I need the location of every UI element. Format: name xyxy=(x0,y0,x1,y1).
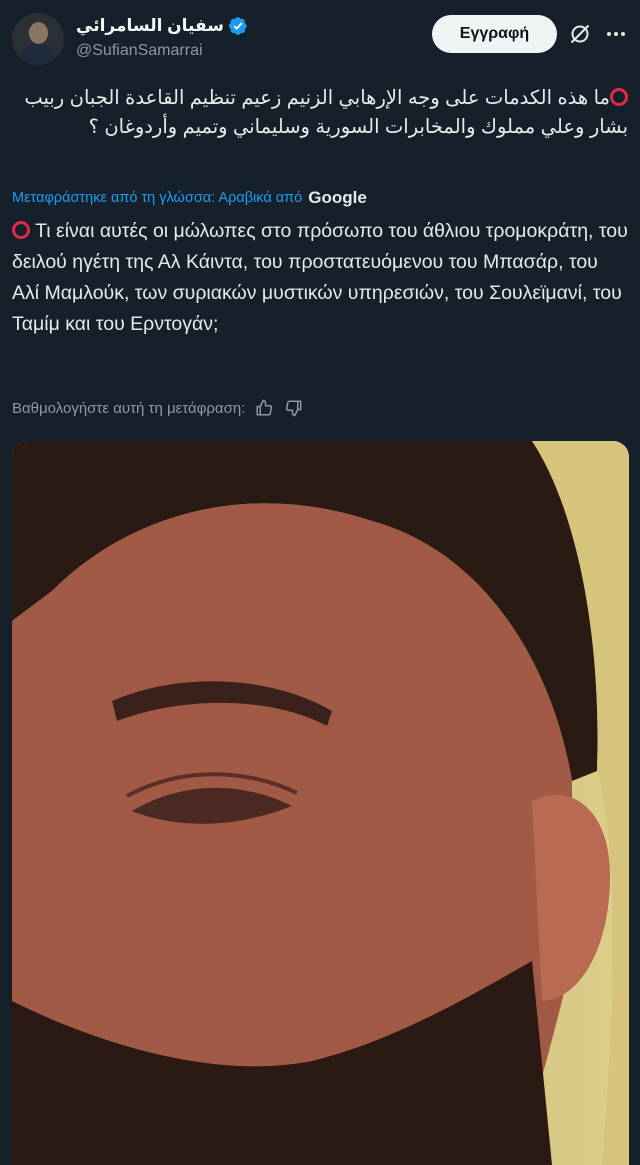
more-dots-icon[interactable] xyxy=(604,22,628,46)
subscribe-button[interactable]: Εγγραφή xyxy=(432,15,557,53)
greek-text: Τι είναι αυτές οι μώλωπες στο πρόσωπο το… xyxy=(12,220,628,335)
rate-translation-row: Βαθμολογήστε αυτή τη μετάφραση: xyxy=(12,395,305,421)
thumbs-up-icon[interactable] xyxy=(253,397,275,419)
tweet-photo[interactable] xyxy=(12,441,629,1165)
verified-badge-icon[interactable] xyxy=(228,16,248,36)
tweet-original-text: ما هذه الكدمات على وجه الإرهابي الزنيم ز… xyxy=(12,84,628,142)
grok-icon[interactable] xyxy=(568,22,592,46)
author-handle[interactable]: @SufianSamarrai xyxy=(76,42,203,60)
google-logo: Google xyxy=(308,188,367,207)
author-display-name[interactable]: سفيان السامرائي xyxy=(76,16,224,36)
arabic-text: ما هذه الكدمات على وجه الإرهابي الزنيم ز… xyxy=(24,87,628,138)
tweet-header: سفيان السامرائي @SufianSamarrai Εγγραφή xyxy=(0,0,640,80)
avatar[interactable] xyxy=(12,13,64,65)
translation-attribution[interactable]: Μεταφράστηκε από τη γλώσσα: Αραβικά από … xyxy=(12,186,367,210)
red-circle-icon xyxy=(610,88,628,106)
tweet-translated-text: Τι είναι αυτές οι μώλωπες στο πρόσωπο το… xyxy=(12,216,628,340)
translation-note[interactable]: Μεταφράστηκε από τη γλώσσα: Αραβικά από xyxy=(12,190,302,206)
rate-prompt: Βαθμολογήστε αυτή τη μετάφραση: xyxy=(12,399,246,417)
red-circle-icon xyxy=(12,221,30,239)
author-name-row[interactable]: سفيان السامرائي xyxy=(76,14,248,38)
thumbs-down-icon[interactable] xyxy=(283,397,305,419)
